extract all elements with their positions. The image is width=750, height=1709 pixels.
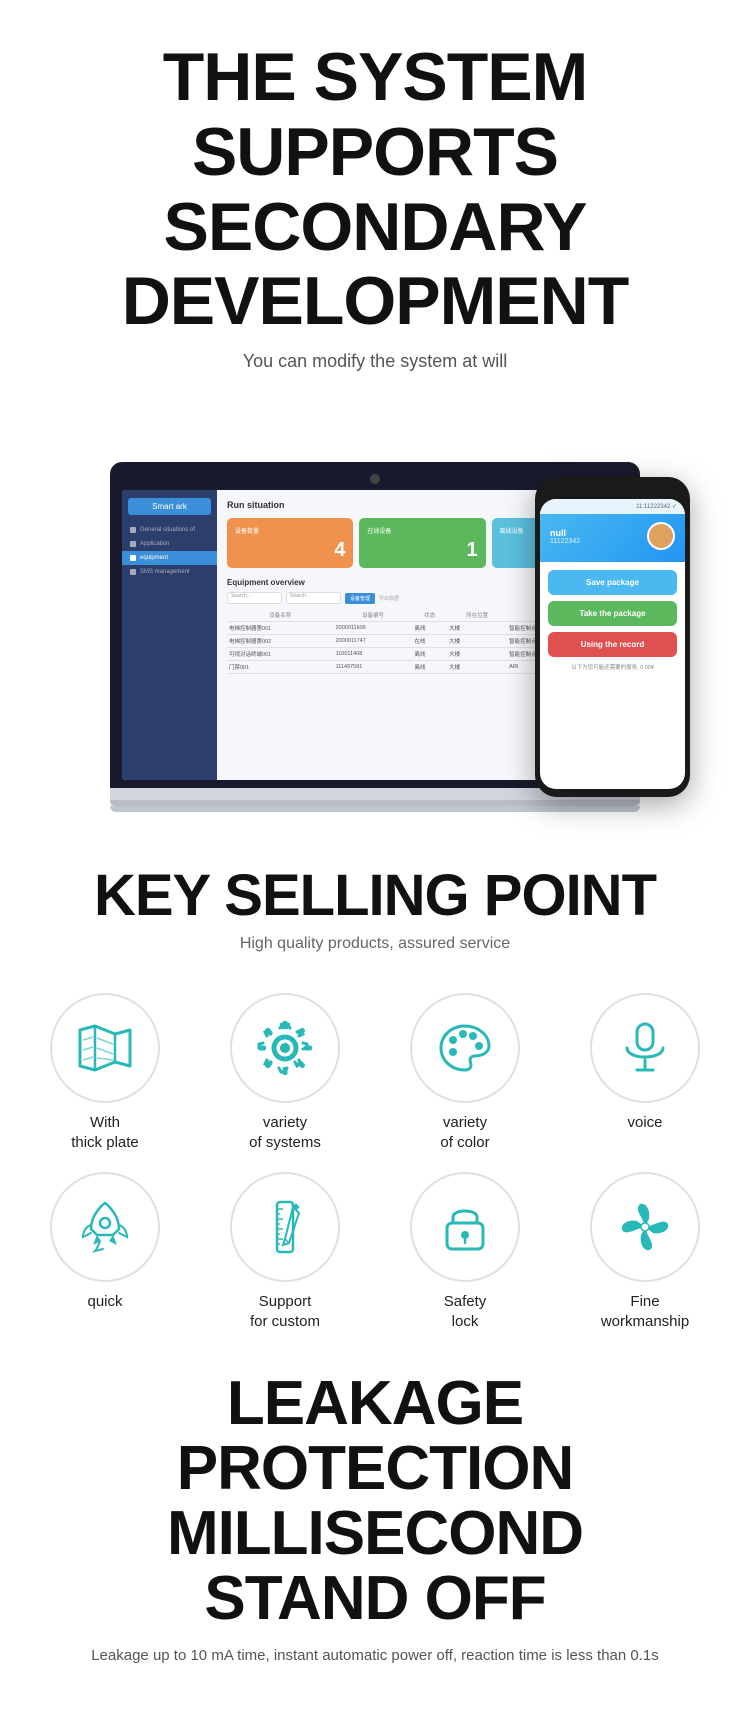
screen-search-box: Search... — [227, 592, 282, 604]
screen-nav-dot2 — [130, 541, 136, 547]
icon-label-fan: Fineworkmanship — [601, 1292, 689, 1331]
rocket-icon — [75, 1197, 135, 1257]
hero-title-line2: SUPPORTS — [192, 114, 558, 190]
icon-label-ruler: Supportfor custom — [250, 1292, 320, 1331]
icon-label-rocket: quick — [87, 1292, 122, 1312]
icon-circle-map — [50, 993, 160, 1103]
phone-user-info: null 11122342 — [550, 528, 580, 545]
screen-nav-sms: SMS management — [122, 565, 217, 579]
icon-item-ruler: Supportfor custom — [200, 1172, 370, 1331]
icon-label-palette: varietyof color — [440, 1113, 489, 1152]
icon-item-mic: voice — [560, 993, 730, 1152]
icon-item-fan: Fineworkmanship — [560, 1172, 730, 1331]
selling-section: KEY SELLING POINT High quality products,… — [0, 832, 750, 993]
leakage-desc-text: Leakage up to 10 mA time, instant automa… — [91, 1647, 659, 1664]
screen-nav-dot4 — [130, 569, 136, 575]
hero-subtitle: You can modify the system at will — [60, 351, 690, 372]
icon-label-map: Withthick plate — [71, 1113, 139, 1152]
phone-btn-using[interactable]: Using the record — [548, 632, 677, 657]
fan-icon — [615, 1197, 675, 1257]
icon-label-lock: Safetylock — [444, 1292, 487, 1331]
hero-section: THE SYSTEM SUPPORTS SECONDARY DEVELOPMEN… — [0, 0, 750, 412]
phone-footer-text: 以下为您可能还需要的服务, 0.00¥ — [548, 663, 677, 671]
screen-nav-equipment: equipment — [122, 551, 217, 565]
phone-username: null — [550, 528, 580, 538]
selling-title: KEY SELLING POINT — [30, 862, 720, 929]
icon-circle-mic — [590, 993, 700, 1103]
phone-status-bar: 11:11222342 ✓ — [540, 499, 685, 514]
icon-circle-ruler — [230, 1172, 340, 1282]
icon-circle-rocket — [50, 1172, 160, 1282]
leakage-section: LEAKAGE PROTECTION MILLISECOND STAND OFF… — [0, 1351, 750, 1697]
icon-item-map: Withthick plate — [20, 993, 190, 1152]
icons-grid: Withthick plate — [0, 993, 750, 1351]
hero-title-line3: SECONDARY — [164, 189, 587, 265]
screen-manage-btn: 设备管理 — [345, 593, 375, 604]
phone-outer: 11:11222342 ✓ null 11122342 Save package… — [535, 477, 690, 797]
icon-circle-lock — [410, 1172, 520, 1282]
screen-nav-general: General situations of — [122, 523, 217, 537]
phone-mockup: 11:11222342 ✓ null 11122342 Save package… — [535, 477, 690, 797]
hero-title-line1: THE SYSTEM — [163, 39, 588, 115]
icon-item-gear: varietyof systems — [200, 993, 370, 1152]
hero-title-line4: DEVELOPMENT — [122, 263, 629, 339]
phone-user-row: null 11122342 — [550, 522, 675, 550]
laptop-foot — [110, 806, 640, 812]
phone-header: null 11122342 — [540, 514, 685, 562]
phone-btn-take[interactable]: Take the package — [548, 601, 677, 626]
screen-card-green: 在线设备 1 — [359, 518, 485, 568]
phone-notch — [588, 485, 638, 495]
leakage-desc: Leakage up to 10 mA time, instant automa… — [30, 1644, 720, 1668]
map-icon — [75, 1018, 135, 1078]
phone-body: Save package Take the package Using the … — [540, 562, 685, 679]
icon-item-palette: varietyof color — [380, 993, 550, 1152]
mic-icon — [615, 1018, 675, 1078]
leakage-title: LEAKAGE PROTECTION MILLISECOND STAND OFF — [30, 1371, 720, 1631]
leakage-title-line3: STAND OFF — [204, 1564, 545, 1633]
screen-nav-application: Application — [122, 537, 217, 551]
phone-screen: 11:11222342 ✓ null 11122342 Save package… — [540, 499, 685, 789]
icon-circle-fan — [590, 1172, 700, 1282]
icon-item-lock: Safetylock — [380, 1172, 550, 1331]
icon-circle-palette — [410, 993, 520, 1103]
selling-subtitle: High quality products, assured service — [30, 935, 720, 953]
gear-icon — [255, 1018, 315, 1078]
screen-card-orange: 设备数量 4 — [227, 518, 353, 568]
leakage-title-line2: MILLISECOND — [167, 1499, 583, 1568]
screen-nav-dot — [130, 527, 136, 533]
screen-nav-dot3 — [130, 555, 136, 561]
icon-label-gear: varietyof systems — [249, 1113, 321, 1152]
hero-title: THE SYSTEM SUPPORTS SECONDARY DEVELOPMEN… — [60, 40, 690, 339]
phone-avatar — [647, 522, 675, 550]
screen-search-box2: Search... — [286, 592, 341, 604]
icon-label-mic: voice — [627, 1113, 662, 1133]
icon-circle-gear — [230, 993, 340, 1103]
laptop-webcam — [370, 474, 380, 484]
phone-userid: 11122342 — [550, 538, 580, 545]
device-area: Smart ark General situations of Applicat… — [0, 412, 750, 832]
icon-item-rocket: quick — [20, 1172, 190, 1331]
screen-sidebar: Smart ark General situations of Applicat… — [122, 490, 217, 780]
lock-icon — [435, 1197, 495, 1257]
phone-btn-save[interactable]: Save package — [548, 570, 677, 595]
leakage-title-line1: LEAKAGE PROTECTION — [177, 1369, 573, 1503]
screen-logo: Smart ark — [128, 498, 211, 515]
palette-icon — [435, 1018, 495, 1078]
ruler-icon — [255, 1197, 315, 1257]
